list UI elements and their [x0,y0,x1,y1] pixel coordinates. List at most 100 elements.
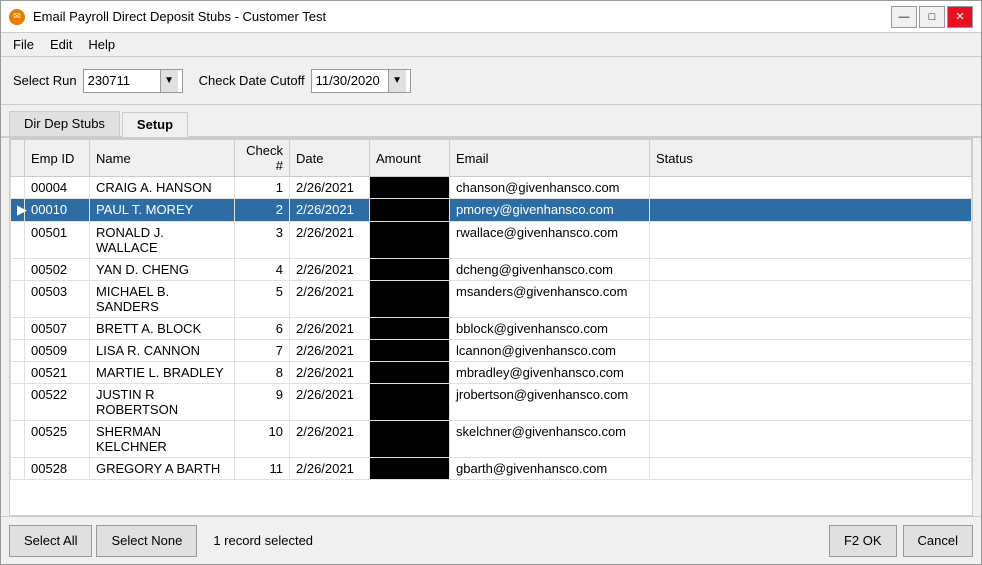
col-header-indicator [11,140,25,177]
cell-status [650,199,972,222]
table-row[interactable]: 00004CRAIG A. HANSON12/26/2021chanson@gi… [11,177,972,199]
cell-empid: 00525 [25,421,90,458]
check-date-cutoff-label: Check Date Cutoff [199,73,305,88]
footer-right: F2 OK Cancel [829,525,973,557]
table-row[interactable]: 00501RONALD J. WALLACE32/26/2021 rwallace… [11,222,972,259]
cell-date: 2/26/2021 [290,458,370,480]
selection-status: 1 record selected [213,533,313,548]
cell-name: PAUL T. MOREY [90,199,235,222]
cell-name: JUSTIN R ROBERTSON [90,384,235,421]
row-indicator [11,318,25,340]
cell-empid: 00507 [25,318,90,340]
cell-name: CRAIG A. HANSON [90,177,235,199]
menu-help[interactable]: Help [80,35,123,54]
minimize-button[interactable]: — [891,6,917,28]
cell-amount [370,222,450,259]
cell-date: 2/26/2021 [290,177,370,199]
row-indicator [11,222,25,259]
cell-name: MICHAEL B. SANDERS [90,281,235,318]
cell-status [650,340,972,362]
cell-amount [370,259,450,281]
cell-empid: 00004 [25,177,90,199]
cell-empid: 00503 [25,281,90,318]
cell-amount [370,177,450,199]
cell-status [650,259,972,281]
table-row[interactable]: ▶00010PAUL T. MOREY22/26/2021pmorey@give… [11,199,972,222]
table-row[interactable]: 00521MARTIE L. BRADLEY82/26/2021mbradley… [11,362,972,384]
cell-check: 6 [235,318,290,340]
close-button[interactable]: ✕ [947,6,973,28]
select-run-dropdown[interactable]: 230711 ▼ [83,69,183,93]
cell-name: RONALD J. WALLACE [90,222,235,259]
cell-email: rwallace@givenhansco.com [450,222,650,259]
cell-status [650,421,972,458]
check-date-cutoff-value: 11/30/2020 [316,73,388,88]
cell-email: lcannon@givenhansco.com [450,340,650,362]
col-header-empid: Emp ID [25,140,90,177]
cell-name: SHERMAN KELCHNER [90,421,235,458]
tab-dir-dep-stubs[interactable]: Dir Dep Stubs [9,111,120,136]
cell-check: 1 [235,177,290,199]
cell-amount [370,384,450,421]
cell-date: 2/26/2021 [290,281,370,318]
cancel-button[interactable]: Cancel [903,525,973,557]
cell-status [650,362,972,384]
cell-name: YAN D. CHENG [90,259,235,281]
cell-check: 7 [235,340,290,362]
menu-bar: File Edit Help [1,33,981,57]
cell-name: LISA R. CANNON [90,340,235,362]
title-bar-left: ✉ Email Payroll Direct Deposit Stubs - C… [9,9,326,25]
select-all-button[interactable]: Select All [9,525,92,557]
menu-file[interactable]: File [5,35,42,54]
cell-check: 3 [235,222,290,259]
row-indicator [11,259,25,281]
footer-left: Select All Select None 1 record selected [9,525,313,557]
menu-edit[interactable]: Edit [42,35,80,54]
cell-date: 2/26/2021 [290,222,370,259]
table-row[interactable]: 00525SHERMAN KELCHNER102/26/2021skelchne… [11,421,972,458]
table-row[interactable]: 00509LISA R. CANNON72/26/2021lcannon@giv… [11,340,972,362]
cell-check: 4 [235,259,290,281]
cell-empid: 00509 [25,340,90,362]
cell-amount [370,458,450,480]
table-row[interactable]: 00528GREGORY A BARTH112/26/2021gbarth@gi… [11,458,972,480]
window-controls: — □ ✕ [891,6,973,28]
table-row[interactable]: 00502YAN D. CHENG42/26/2021dcheng@givenh… [11,259,972,281]
maximize-button[interactable]: □ [919,6,945,28]
cell-status [650,177,972,199]
table-row[interactable]: 00503MICHAEL B. SANDERS52/26/2021msander… [11,281,972,318]
cell-status [650,318,972,340]
ok-button[interactable]: F2 OK [829,525,897,557]
select-run-arrow-icon: ▼ [160,70,178,92]
cell-name: GREGORY A BARTH [90,458,235,480]
cell-status [650,384,972,421]
select-none-button[interactable]: Select None [96,525,197,557]
cell-amount [370,340,450,362]
table-row[interactable]: 00507BRETT A. BLOCK62/26/2021bblock@give… [11,318,972,340]
cell-empid: 00521 [25,362,90,384]
table-wrapper[interactable]: Emp ID Name Check # Date Amount Email St… [10,139,972,515]
cell-status [650,281,972,318]
tab-bar: Dir Dep Stubs Setup [1,105,981,138]
app-icon: ✉ [9,9,25,25]
check-date-cutoff-dropdown[interactable]: 11/30/2020 ▼ [311,69,411,93]
cell-empid: 00522 [25,384,90,421]
cell-date: 2/26/2021 [290,384,370,421]
row-indicator [11,281,25,318]
table-row[interactable]: 00522JUSTIN R ROBERTSON92/26/2021 jrobert… [11,384,972,421]
row-indicator [11,362,25,384]
tab-setup[interactable]: Setup [122,112,188,137]
cell-check: 11 [235,458,290,480]
cell-date: 2/26/2021 [290,421,370,458]
window-title: Email Payroll Direct Deposit Stubs - Cus… [33,9,326,24]
cell-email: mbradley@givenhansco.com [450,362,650,384]
footer: Select All Select None 1 record selected… [1,516,981,564]
cell-check: 5 [235,281,290,318]
cell-email: jrobertson@givenhansco.com [450,384,650,421]
cell-check: 9 [235,384,290,421]
cell-email: pmorey@givenhansco.com [450,199,650,222]
cell-empid: 00501 [25,222,90,259]
cell-date: 2/26/2021 [290,362,370,384]
cell-amount [370,318,450,340]
row-indicator [11,384,25,421]
